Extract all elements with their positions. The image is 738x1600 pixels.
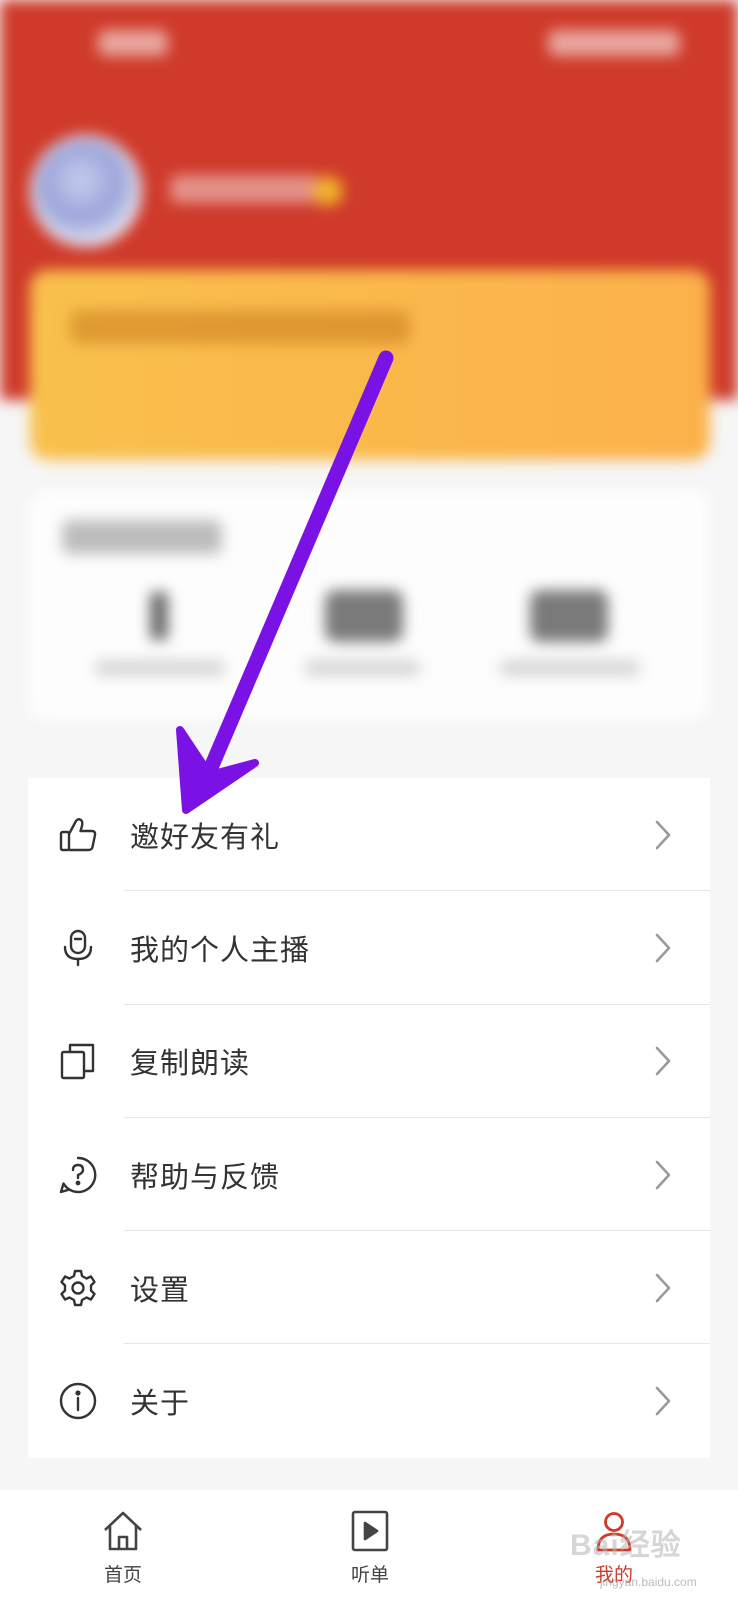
stat-value: [150, 592, 168, 640]
gear-icon: [56, 1266, 100, 1310]
home-icon: [100, 1508, 146, 1554]
tab-playlist[interactable]: 听单: [310, 1490, 430, 1600]
chevron-right-icon: [652, 1271, 674, 1305]
menu-item-about[interactable]: 关于: [28, 1344, 710, 1457]
vip-badge: [313, 176, 343, 206]
vip-banner-text: [70, 310, 410, 344]
tab-label: 首页: [103, 1564, 142, 1586]
menu-item-label: 关于: [130, 1386, 191, 1421]
menu-item-label: 邀好友有礼: [130, 819, 281, 854]
chevron-right-icon: [652, 818, 674, 852]
menu-item-personal-anchor[interactable]: 我的个人主播: [28, 891, 710, 1005]
microphone-icon: [56, 926, 100, 970]
chevron-right-icon: [652, 1158, 674, 1192]
menu-item-label: 帮助与反馈: [130, 1159, 281, 1194]
menu-item-invite-friends[interactable]: 邀好友有礼: [28, 778, 710, 892]
menu-item-label: 设置: [130, 1272, 191, 1307]
stat-label: [500, 660, 640, 676]
tab-home[interactable]: 首页: [63, 1490, 183, 1600]
info-icon: [56, 1379, 100, 1423]
menu-item-copy-read[interactable]: 复制朗读: [28, 1005, 710, 1118]
watermark-url: jingyan.baidu.com: [600, 1575, 697, 1589]
help-icon: [56, 1153, 100, 1197]
watermark-logo: Bai经验: [570, 1529, 682, 1562]
menu-item-help-feedback[interactable]: 帮助与反馈: [28, 1118, 710, 1232]
settings-menu: 邀好友有礼 我的个人主播 复制朗读 帮助与反馈 设置 关于: [28, 778, 710, 1458]
stats-title: [62, 520, 222, 554]
avatar[interactable]: [30, 135, 142, 247]
stat-label: [95, 660, 225, 676]
play-list-icon: [347, 1508, 393, 1554]
username: [170, 175, 320, 203]
stat-value: [325, 590, 403, 642]
chevron-right-icon: [652, 1384, 674, 1418]
stat-value: [530, 590, 608, 642]
thumbs-up-icon: [56, 813, 100, 857]
chevron-right-icon: [652, 1044, 674, 1078]
status-bar-left: [98, 30, 168, 56]
vip-banner[interactable]: [30, 270, 710, 460]
menu-item-label: 复制朗读: [130, 1046, 251, 1081]
menu-item-label: 我的个人主播: [130, 932, 311, 967]
copy-icon: [56, 1039, 100, 1083]
menu-item-settings[interactable]: 设置: [28, 1231, 710, 1345]
stat-label: [305, 660, 420, 676]
tab-label: 听单: [350, 1564, 389, 1586]
chevron-right-icon: [652, 931, 674, 965]
status-bar-right: [548, 30, 680, 56]
